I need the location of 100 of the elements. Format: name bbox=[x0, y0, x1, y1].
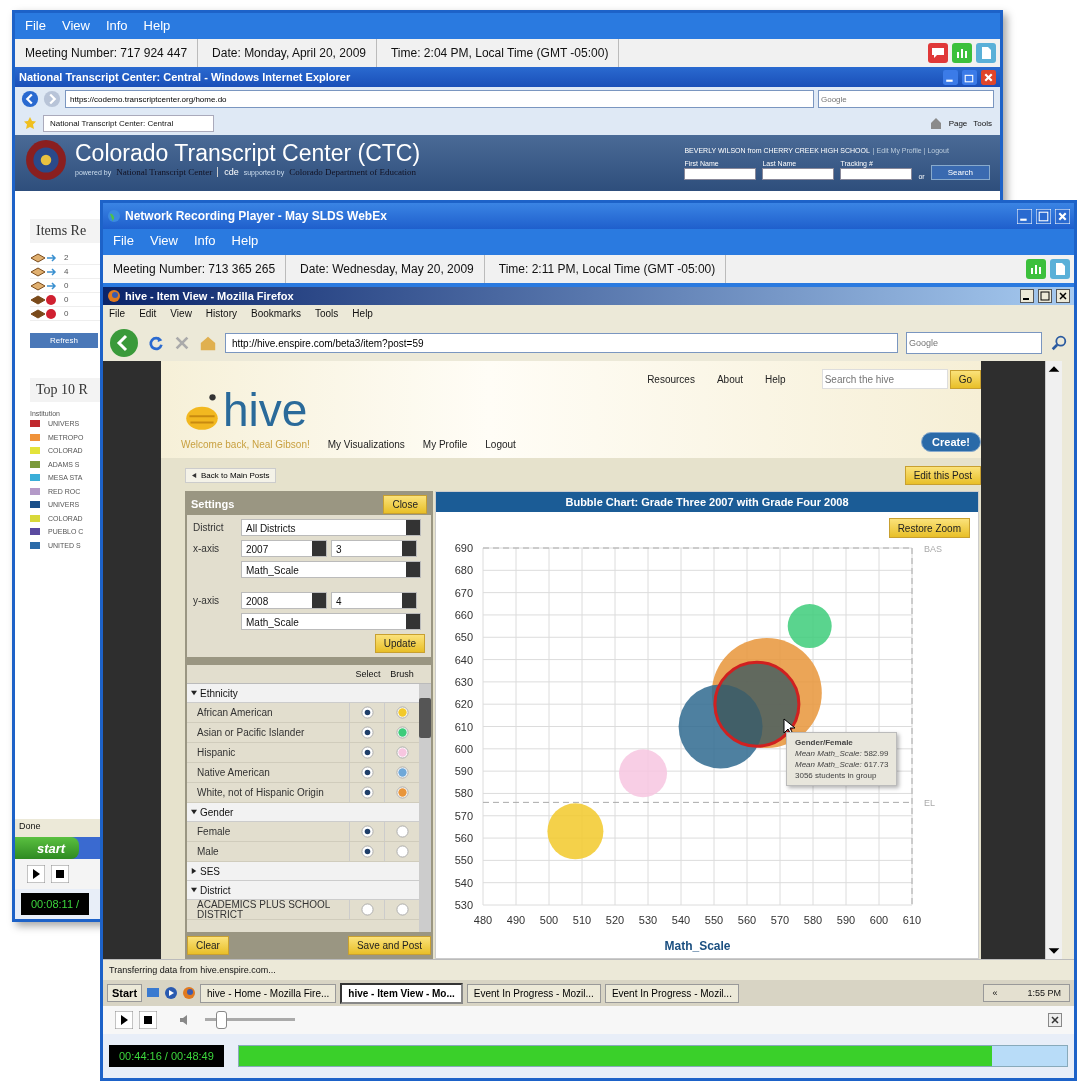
group-header[interactable]: Gender bbox=[187, 803, 419, 822]
brush-radio[interactable] bbox=[395, 706, 409, 719]
brush-radio[interactable] bbox=[395, 825, 409, 838]
brush-radio[interactable] bbox=[395, 903, 409, 916]
home-icon[interactable] bbox=[928, 116, 943, 130]
update-button[interactable]: Update bbox=[374, 634, 425, 653]
address-field[interactable]: http://hive.enspire.com/beta3/item?post=59 bbox=[225, 333, 898, 353]
chart-icon[interactable] bbox=[1026, 259, 1046, 279]
dropdown[interactable]: 3 bbox=[331, 540, 417, 557]
create-button[interactable]: Create! bbox=[921, 432, 981, 452]
input-field[interactable] bbox=[684, 168, 757, 180]
browser-logo-icon[interactable] bbox=[182, 986, 197, 1000]
menu-item[interactable]: Tools bbox=[315, 308, 339, 322]
back-icon[interactable] bbox=[21, 90, 39, 108]
back-link[interactable]: Back to Main Posts bbox=[185, 467, 277, 483]
nav-link[interactable]: My Profile bbox=[422, 439, 468, 450]
menu-item[interactable]: File bbox=[113, 233, 134, 251]
browser-tab[interactable]: National Transcript Center: Central bbox=[43, 114, 215, 132]
menu-item[interactable]: File bbox=[25, 18, 46, 34]
restore-zoom-button[interactable]: Restore Zoom bbox=[888, 518, 970, 538]
stop-icon[interactable] bbox=[51, 865, 69, 883]
group-header[interactable]: SES bbox=[187, 862, 419, 881]
brush-radio[interactable] bbox=[395, 786, 409, 799]
brush-radio[interactable] bbox=[395, 845, 409, 858]
close-icon[interactable] bbox=[1048, 1013, 1062, 1027]
dropdown[interactable]: 2008 bbox=[241, 592, 327, 609]
dropdown[interactable]: 2007 bbox=[241, 540, 327, 557]
minimize-icon[interactable] bbox=[1020, 289, 1034, 303]
restore-icon[interactable] bbox=[962, 69, 977, 85]
toolbar-button[interactable]: Tools bbox=[973, 118, 992, 128]
search-button[interactable]: Search bbox=[930, 165, 990, 180]
menu-item[interactable]: File bbox=[109, 308, 126, 322]
input-field[interactable] bbox=[762, 168, 835, 180]
group-header[interactable]: Ethnicity bbox=[187, 684, 419, 703]
menu-item[interactable]: Edit bbox=[139, 308, 157, 322]
menu-item[interactable]: Help bbox=[352, 308, 373, 322]
play-icon[interactable] bbox=[27, 865, 45, 883]
close-icon[interactable] bbox=[1056, 289, 1070, 303]
media-icon[interactable] bbox=[164, 986, 179, 1000]
menu-item[interactable]: Help bbox=[143, 18, 171, 34]
chart-icon[interactable] bbox=[952, 43, 972, 63]
select-radio[interactable] bbox=[360, 903, 374, 916]
document-icon[interactable] bbox=[976, 43, 996, 63]
taskbar-item[interactable]: Event In Progress - Mozil... bbox=[604, 983, 739, 1003]
chat-icon[interactable] bbox=[928, 43, 948, 63]
search-field[interactable]: Google bbox=[906, 332, 1042, 354]
select-radio[interactable] bbox=[360, 786, 374, 799]
refresh-button[interactable]: Refresh bbox=[30, 333, 98, 348]
select-radio[interactable] bbox=[360, 746, 374, 759]
select-radio[interactable] bbox=[360, 726, 374, 739]
select-radio[interactable] bbox=[360, 706, 374, 719]
scrollbar[interactable] bbox=[419, 684, 431, 932]
dropdown[interactable]: Math_Scale bbox=[241, 561, 421, 578]
menu-item[interactable]: Info bbox=[105, 18, 128, 34]
stop-icon[interactable] bbox=[139, 1011, 157, 1029]
start-button[interactable]: Start bbox=[107, 984, 143, 1002]
star-icon[interactable] bbox=[23, 116, 37, 130]
nav-link[interactable]: Help bbox=[765, 373, 786, 385]
nav-link[interactable]: About bbox=[716, 373, 744, 385]
taskbar-item[interactable]: hive - Item View - Mo... bbox=[340, 982, 463, 1004]
go-button[interactable]: Go bbox=[949, 369, 981, 389]
nav-link[interactable]: Logout bbox=[485, 439, 516, 450]
select-radio[interactable] bbox=[360, 825, 374, 838]
scrollbar[interactable] bbox=[1045, 361, 1062, 959]
brush-radio[interactable] bbox=[395, 766, 409, 779]
close-button[interactable]: Close bbox=[383, 494, 427, 514]
back-icon[interactable] bbox=[109, 328, 139, 358]
dropdown[interactable]: All Districts bbox=[241, 519, 421, 536]
taskbar-item[interactable]: Event In Progress - Mozil... bbox=[466, 983, 601, 1003]
tray-expand[interactable]: « bbox=[992, 988, 998, 998]
document-icon[interactable] bbox=[1050, 259, 1070, 279]
menu-item[interactable]: View bbox=[149, 233, 178, 251]
input-field[interactable] bbox=[840, 168, 913, 180]
desktop-icon[interactable] bbox=[146, 986, 161, 1000]
edit-button[interactable]: Edit this Post bbox=[904, 465, 981, 485]
nav-link[interactable]: Resources bbox=[647, 373, 695, 385]
nav-link[interactable]: My Visualizations bbox=[327, 439, 405, 450]
brush-radio[interactable] bbox=[395, 726, 409, 739]
search-field[interactable]: Google bbox=[818, 90, 994, 108]
select-radio[interactable] bbox=[360, 845, 374, 858]
taskbar-item[interactable]: hive - Home - Mozilla Fire... bbox=[200, 983, 337, 1003]
clear-button[interactable]: Clear bbox=[187, 936, 229, 955]
menu-item[interactable]: View bbox=[61, 18, 90, 34]
group-header[interactable]: District bbox=[187, 881, 419, 900]
menu-item[interactable]: View bbox=[170, 308, 192, 322]
search-icon[interactable] bbox=[1050, 334, 1068, 352]
maximize-icon[interactable] bbox=[1038, 289, 1052, 303]
menu-item[interactable]: Bookmarks bbox=[251, 308, 301, 322]
save-button[interactable]: Save and Post bbox=[347, 936, 431, 955]
reload-icon[interactable] bbox=[147, 334, 165, 352]
address-field[interactable]: https://codemo.transcriptcenter.org/home.do bbox=[65, 90, 814, 108]
brush-radio[interactable] bbox=[395, 746, 409, 759]
play-icon[interactable] bbox=[115, 1011, 133, 1029]
dropdown[interactable]: Math_Scale bbox=[241, 613, 421, 630]
toolbar-button[interactable]: Page bbox=[948, 118, 968, 128]
select-radio[interactable] bbox=[360, 766, 374, 779]
menu-item[interactable]: Help bbox=[231, 233, 259, 251]
menu-item[interactable]: Info bbox=[193, 233, 216, 251]
dropdown[interactable]: 4 bbox=[331, 592, 417, 609]
menu-item[interactable]: History bbox=[205, 308, 237, 322]
